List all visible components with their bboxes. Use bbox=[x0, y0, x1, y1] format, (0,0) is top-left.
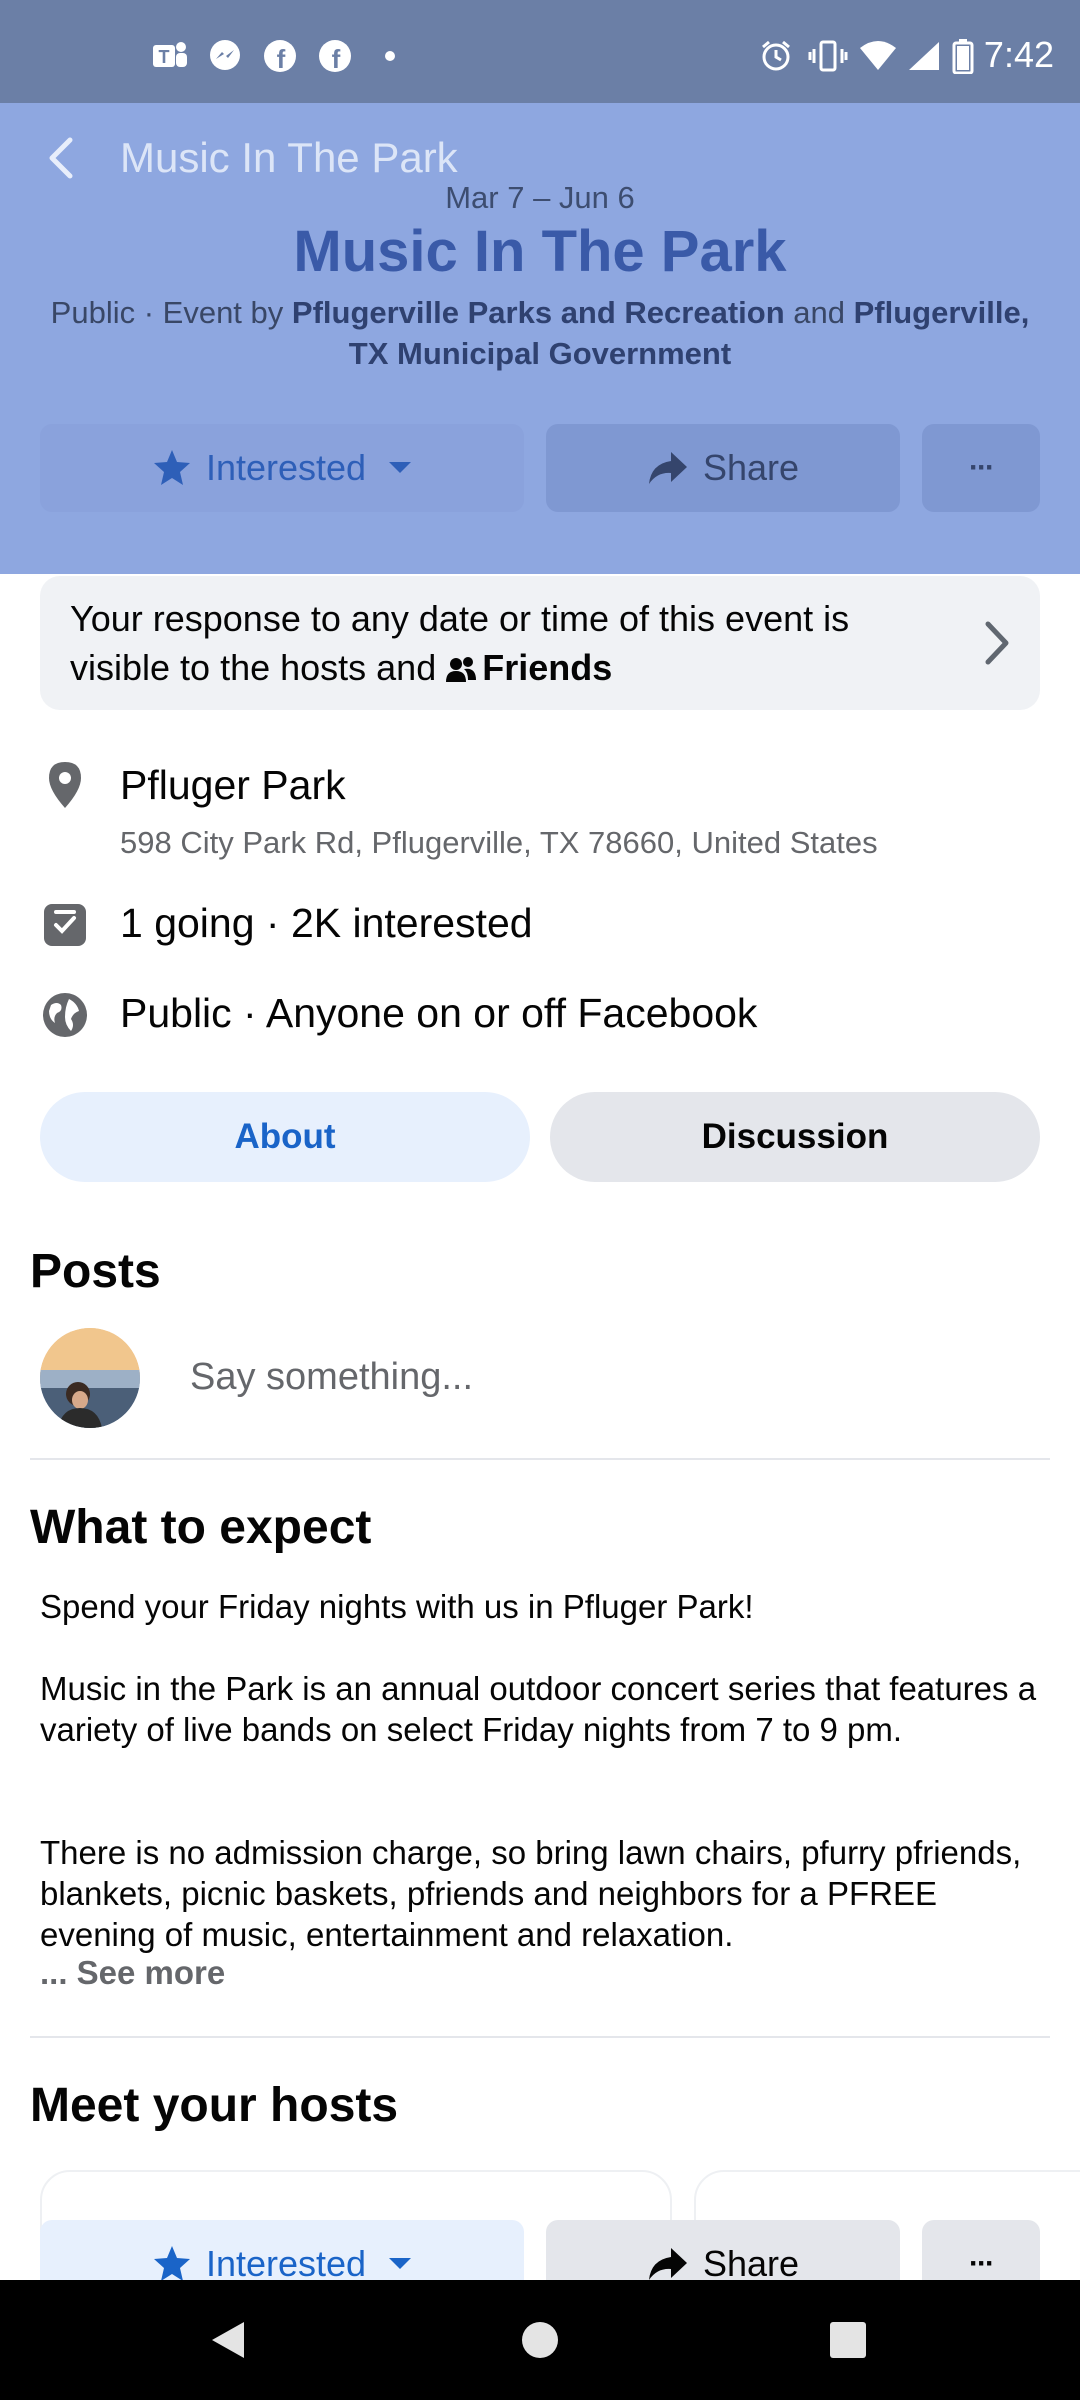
teams-icon: T bbox=[150, 36, 190, 76]
status-bar: T f f 7:42 bbox=[0, 0, 1080, 103]
battery-icon bbox=[948, 36, 978, 76]
event-header: T f f 7:42 Music In The Park Mar 7 – Jun… bbox=[0, 0, 1080, 574]
share-label: Share bbox=[702, 447, 800, 488]
wifi-icon bbox=[856, 36, 900, 76]
calendar-check-icon bbox=[40, 900, 90, 950]
interested-button-top[interactable]: Interested bbox=[40, 424, 524, 512]
notification-dot-icon bbox=[380, 36, 400, 76]
and-text: and bbox=[784, 295, 854, 330]
divider bbox=[30, 1458, 1050, 1460]
more-dots-icon: ··· bbox=[969, 451, 995, 484]
share-icon bbox=[647, 2246, 689, 2282]
posts-heading: Posts bbox=[30, 1245, 161, 1298]
location-address[interactable]: 598 City Park Rd, Pflugerville, TX 78660… bbox=[120, 825, 878, 861]
what-to-expect-heading: What to expect bbox=[30, 1501, 372, 1554]
back-nav-icon[interactable] bbox=[206, 2318, 250, 2367]
privacy-info: Public · Anyone on or off Facebook bbox=[120, 990, 758, 1036]
signal-icon bbox=[904, 36, 944, 76]
interested-label: Interested bbox=[205, 447, 367, 488]
star-icon bbox=[152, 449, 192, 487]
facebook-icon: f bbox=[260, 36, 300, 76]
event-hosts-line: Public · Event by Pflugerville Parks and… bbox=[40, 292, 1040, 374]
interested-label: Interested bbox=[205, 2243, 367, 2284]
notice-audience: Friends bbox=[482, 647, 613, 688]
status-time: 7:42 bbox=[983, 34, 1054, 75]
more-dots-icon: ··· bbox=[969, 2247, 995, 2280]
expect-paragraph-3: There is no admission charge, so bring l… bbox=[40, 1834, 1022, 1953]
home-nav-icon[interactable] bbox=[518, 2318, 562, 2367]
alarm-icon bbox=[756, 36, 796, 76]
expect-paragraph-2: Music in the Park is an annual outdoor c… bbox=[40, 1670, 1037, 1748]
chevron-down-icon bbox=[388, 461, 412, 475]
event-date-range: Mar 7 – Jun 6 bbox=[445, 180, 635, 215]
facebook-icon: f bbox=[315, 36, 355, 76]
avatar[interactable] bbox=[40, 1328, 140, 1428]
recents-nav-icon[interactable] bbox=[828, 2320, 868, 2365]
location-name[interactable]: Pfluger Park bbox=[120, 762, 346, 809]
system-navigation-bar bbox=[0, 2280, 1080, 2400]
globe-icon bbox=[40, 990, 90, 1040]
compose-post-input[interactable]: Say something... bbox=[190, 1356, 473, 1399]
event-visibility: Public · Event by bbox=[50, 295, 292, 330]
divider bbox=[30, 2036, 1050, 2038]
share-label: Share bbox=[702, 2243, 800, 2284]
meet-hosts-heading: Meet your hosts bbox=[30, 2079, 399, 2132]
friends-icon bbox=[446, 647, 477, 696]
share-button-top[interactable]: Share bbox=[546, 424, 900, 512]
chevron-down-icon bbox=[388, 2257, 412, 2271]
notice-text: Your response to any date or time of thi… bbox=[70, 594, 950, 696]
share-icon bbox=[647, 450, 689, 486]
svg-text:f: f bbox=[332, 44, 341, 74]
vibrate-icon bbox=[806, 36, 850, 76]
tab-about[interactable]: About bbox=[40, 1092, 530, 1182]
response-visibility-notice[interactable]: Your response to any date or time of thi… bbox=[40, 576, 1040, 710]
back-arrow-icon[interactable] bbox=[40, 128, 80, 188]
event-title: Music In The Park bbox=[293, 219, 787, 284]
star-icon bbox=[152, 2245, 192, 2283]
svg-text:f: f bbox=[277, 44, 286, 74]
see-more-link[interactable]: ... See more bbox=[40, 1954, 225, 1992]
attendance-count[interactable]: 1 going · 2K interested bbox=[120, 900, 533, 947]
host-link-parks[interactable]: Pflugerville Parks and Recreation bbox=[292, 295, 785, 330]
nav-title: Music In The Park bbox=[120, 134, 458, 181]
location-pin-icon bbox=[40, 760, 90, 810]
svg-text:T: T bbox=[159, 47, 170, 67]
chevron-right-icon bbox=[982, 620, 1012, 671]
messenger-icon bbox=[205, 36, 245, 76]
tab-discussion[interactable]: Discussion bbox=[550, 1092, 1040, 1182]
expect-paragraph-1: Spend your Friday nights with us in Pflu… bbox=[40, 1588, 754, 1625]
more-options-button-top[interactable]: ··· bbox=[922, 424, 1040, 512]
